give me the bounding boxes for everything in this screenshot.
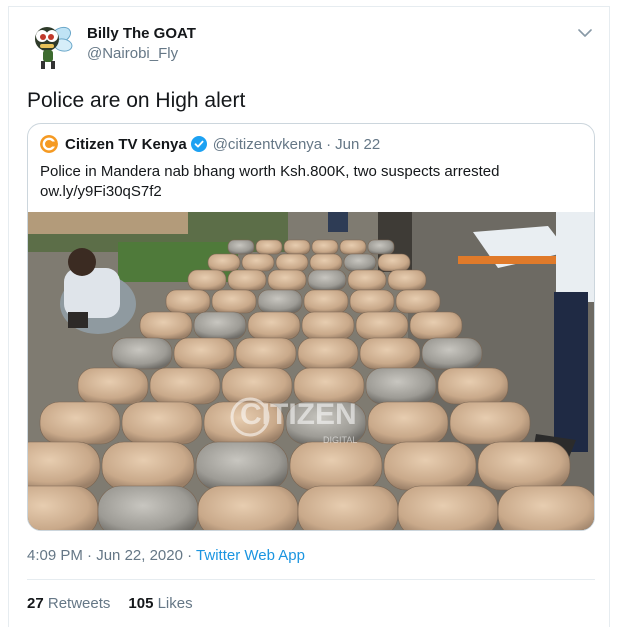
bale-shape [367,239,395,255]
bale-shape [297,485,399,530]
bale-shape [227,239,255,255]
meta-separator: · [87,547,93,564]
bale-shape [195,441,289,491]
bale-shape [307,269,347,291]
bale-shape [309,253,343,272]
bale-shape [241,253,275,272]
quoted-date[interactable]: Jun 22 [335,136,380,153]
bale-shape [395,289,441,314]
bale-shape [77,367,149,405]
retweets-count: 27 [27,595,44,612]
bale-shape [303,289,349,314]
chevron-down-icon [578,28,592,37]
likes-count: 105 [128,595,154,612]
quoted-separator: · [326,135,332,153]
tweet-text: Police are on High alert [27,89,246,112]
watermark-text: CITIZEN [240,398,357,431]
meta-separator: · [187,547,193,564]
citizen-tv-logo-icon [40,135,58,153]
bale-shape [235,337,297,370]
bale-shape [165,289,211,314]
bale-shape [139,311,193,340]
bale-shape [421,337,483,370]
bale-shape [247,311,301,340]
bale-shape [289,441,383,491]
quoted-tweet-header: Citizen TV Kenya @citizentvkenya · Jun 2… [40,134,380,154]
quoted-author-handle[interactable]: @citizentvkenya [213,136,322,153]
bale-shape [97,485,199,530]
bale-shape [477,441,571,491]
bale-shape [497,485,594,530]
bale-shape [437,367,509,405]
bale-shape [227,269,267,291]
author-avatar[interactable] [25,19,77,71]
bale-shape [187,269,227,291]
tweet-source-link[interactable]: Twitter Web App [196,547,305,564]
bale-shape [301,311,355,340]
bale-shape [211,289,257,314]
bale-shape [28,485,99,530]
bale-shape [409,311,463,340]
tweet-stats: 27 Retweets 105 Likes [27,595,211,612]
bale-shape [149,367,221,405]
fly-cartoon-icon [35,26,73,69]
bale-shape [367,401,449,445]
bale-shape [349,289,395,314]
bale-shape [28,441,101,491]
bale-shape [311,239,339,255]
bale-shape [283,239,311,255]
bale-shape [339,239,367,255]
bale-shape [343,253,377,272]
bale-shape [101,441,195,491]
retweets-label: Retweets [47,595,111,612]
bale-shape [359,337,421,370]
likes-stat[interactable]: 105 Likes [128,595,192,612]
bale-shape [347,269,387,291]
bale-shape [173,337,235,370]
tweet-card: Billy The GOAT @Nairobi_Fly Police are o… [8,6,610,627]
tweet-time[interactable]: 4:09 PM [27,547,83,564]
bale-shape [383,441,477,491]
likes-label: Likes [157,595,193,612]
tweet-options-button[interactable] [575,23,595,43]
quoted-author-name[interactable]: Citizen TV Kenya [65,136,187,153]
bale-shape [449,401,531,445]
verified-badge-icon [190,136,207,152]
quoted-link[interactable]: ow.ly/y9Fi30qS7f2 [40,182,580,202]
bale-shape [197,485,299,530]
author-handle[interactable]: @Nairobi_Fly [87,45,178,62]
quoted-tweet[interactable]: Citizen TV Kenya @citizentvkenya · Jun 2… [27,123,595,531]
bale-shape [257,289,303,314]
tweet-meta: 4:09 PM · Jun 22, 2020 · Twitter Web App [27,547,305,564]
bale-shape [365,367,437,405]
bale-shape [121,401,203,445]
watermark-subtext: DIGITAL [323,435,357,445]
quoted-media-image[interactable]: CITIZEN DIGITAL [28,212,594,530]
bale-shape [39,401,121,445]
bale-shape [275,253,309,272]
bale-shape [297,337,359,370]
divider [27,579,595,580]
bale-shape [111,337,173,370]
bale-shape [207,253,241,272]
bale-shape [355,311,409,340]
bale-shape [387,269,427,291]
retweets-stat[interactable]: 27 Retweets [27,595,110,612]
quoted-text-line: Police in Mandera nab bhang worth Ksh.80… [40,163,500,180]
bale-shape [267,269,307,291]
bale-shape [255,239,283,255]
author-name[interactable]: Billy The GOAT [87,25,196,42]
bale-shape [193,311,247,340]
bales-photo: CITIZEN DIGITAL [28,212,594,530]
bale-shape [397,485,499,530]
quoted-tweet-text: Police in Mandera nab bhang worth Ksh.80… [40,162,580,202]
tweet-date[interactable]: Jun 22, 2020 [96,547,183,564]
bale-shape [377,253,411,272]
